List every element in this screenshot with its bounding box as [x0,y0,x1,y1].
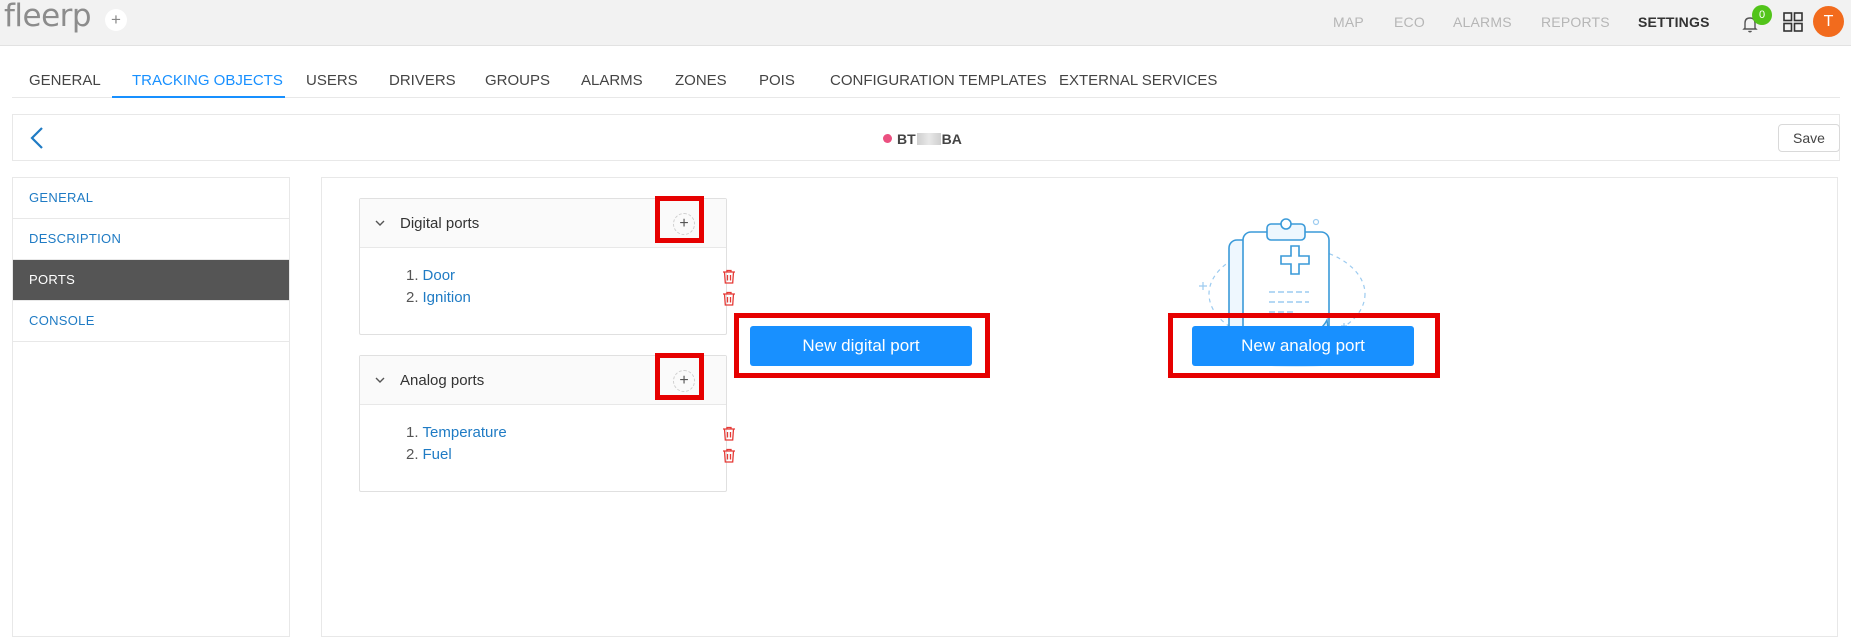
apps-grid-icon[interactable] [1782,11,1804,33]
top-header: fleerp + MAP ECO ALARMS REPORTS SETTINGS… [0,0,1851,46]
back-arrow-icon[interactable] [27,126,47,150]
chevron-down-icon[interactable] [374,374,386,386]
port-link-door[interactable]: Door [423,267,456,284]
highlight-box [655,196,704,243]
port-link-ignition[interactable]: Ignition [423,289,471,306]
new-analog-port-button[interactable]: New analog port [1192,326,1414,366]
nav-settings[interactable]: SETTINGS [1638,14,1710,30]
highlight-box [655,353,704,400]
tab-external-services[interactable]: EXTERNAL SERVICES [1059,72,1217,89]
list-item: 2. Ignition [406,289,735,311]
redacted-text [916,133,941,145]
trash-icon[interactable] [722,291,736,306]
chevron-down-icon[interactable] [374,217,386,229]
tab-alarms[interactable]: ALARMS [581,72,643,89]
object-title-prefix: BT [897,131,916,147]
tab-zones[interactable]: ZONES [675,72,727,89]
active-tab-indicator [112,96,285,98]
ports-panel: Digital ports + 1. Door 2. Ignition Anal… [321,177,1838,637]
app-logo[interactable]: fleerp [4,0,92,34]
sidebar-item-ports[interactable]: PORTS [13,260,289,301]
sidebar-item-description[interactable]: DESCRIPTION [13,219,289,260]
trash-icon[interactable] [722,448,736,463]
tab-configuration-templates[interactable]: CONFIGURATION TEMPLATES [830,72,1047,89]
digital-ports-title: Digital ports [400,215,480,232]
tab-pois[interactable]: POIS [759,72,795,89]
port-link-fuel[interactable]: Fuel [423,446,452,463]
tab-general[interactable]: GENERAL [29,72,101,89]
tab-tracking-objects[interactable]: TRACKING OBJECTS [132,72,283,89]
object-title-bar: BT BA Save [12,114,1840,161]
port-link-temperature[interactable]: Temperature [423,424,507,441]
list-item: 2. Fuel [406,446,735,468]
nav-eco[interactable]: ECO [1394,14,1425,30]
object-sidebar: GENERAL DESCRIPTION PORTS CONSOLE [12,177,290,637]
tab-drivers[interactable]: DRIVERS [389,72,456,89]
nav-reports[interactable]: REPORTS [1541,14,1610,30]
status-dot [883,134,892,143]
analog-ports-title: Analog ports [400,372,485,389]
new-digital-port-button[interactable]: New digital port [750,326,972,366]
object-title-suffix: BA [941,131,962,147]
trash-icon[interactable] [722,426,736,441]
nav-map[interactable]: MAP [1333,14,1364,30]
digital-port-list: 1. Door 2. Ignition [360,248,735,311]
tab-users[interactable]: USERS [306,72,358,89]
analog-port-list: 1. Temperature 2. Fuel [360,405,735,468]
tab-groups[interactable]: GROUPS [485,72,550,89]
sidebar-item-general[interactable]: GENERAL [13,178,289,219]
settings-tabs: GENERAL TRACKING OBJECTS USERS DRIVERS G… [12,58,1840,98]
add-icon[interactable]: + [105,9,127,31]
list-item: 1. Door [406,267,735,289]
save-button[interactable]: Save [1778,124,1840,152]
avatar[interactable]: T [1813,6,1844,37]
sidebar-item-console[interactable]: CONSOLE [13,301,289,342]
list-item: 1. Temperature [406,424,735,446]
trash-icon[interactable] [722,269,736,284]
nav-alarms[interactable]: ALARMS [1453,14,1512,30]
notification-badge: 0 [1752,5,1772,25]
